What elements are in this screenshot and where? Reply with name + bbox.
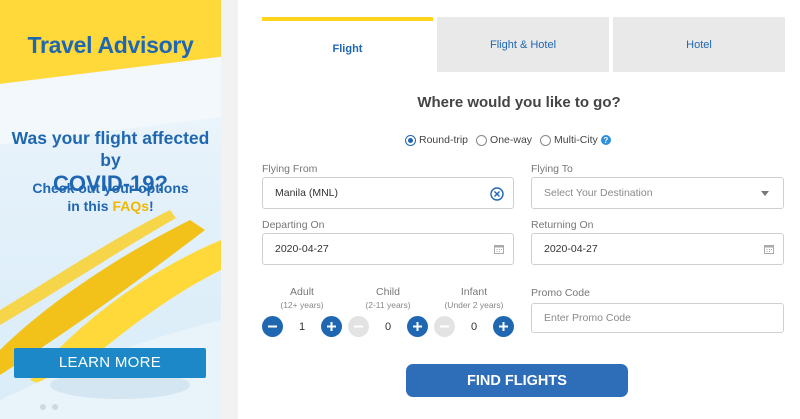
banner-title: Travel Advisory (27, 32, 194, 58)
departing-label: Departing On (262, 219, 325, 231)
banner-sub-line1: Check out your options (32, 180, 189, 196)
round-trip-option[interactable]: Round-trip (405, 134, 468, 146)
help-icon[interactable]: ? (600, 135, 611, 145)
child-count: 0 (384, 320, 392, 333)
minus-icon[interactable] (348, 316, 369, 337)
flying-to-label: Flying To (531, 163, 573, 175)
banner-faq-link[interactable]: FAQs (112, 198, 149, 214)
flying-from-field[interactable]: Manila (MNL) (262, 177, 514, 209)
returning-date-field[interactable]: 2020-04-27 (531, 233, 784, 265)
adult-label: Adult (290, 286, 314, 298)
carousel-dots[interactable] (40, 404, 58, 410)
promo-code-placeholder: Enter Promo Code (544, 312, 631, 324)
adult-stepper: 1 (262, 316, 342, 337)
banner-subtext: Check out your options in this FAQs! (0, 179, 221, 215)
adult-count: 1 (298, 320, 306, 333)
booking-tabs: Flight Flight & Hotel Hotel (262, 17, 785, 72)
airplane-tail-illustration (0, 210, 221, 419)
departing-value: 2020-04-27 (275, 243, 329, 255)
flying-to-select[interactable]: Select Your Destination (531, 177, 784, 209)
calendar-icon[interactable] (764, 244, 774, 254)
banner-sub-prefix: in this (67, 198, 113, 214)
child-counter: Child (2-11 years) 0 (348, 286, 428, 337)
returning-label: Returning On (531, 219, 594, 231)
infant-age-range: (Under 2 years) (444, 300, 504, 310)
round-trip-radio[interactable] (405, 134, 416, 146)
banner-headline-line1: Was your flight affected by (11, 128, 210, 170)
learn-more-button[interactable]: LEARN MORE (14, 348, 206, 378)
banner-sub-suffix: ! (149, 198, 154, 214)
infant-count: 0 (470, 320, 478, 333)
multi-city-option[interactable]: Multi-City ? (540, 134, 611, 146)
dropdown-caret-icon (761, 191, 769, 196)
returning-value: 2020-04-27 (544, 243, 598, 255)
plus-icon[interactable] (321, 316, 342, 337)
promo-code-input[interactable]: Enter Promo Code (531, 303, 784, 333)
child-age-range: (2-11 years) (365, 300, 411, 310)
plus-icon[interactable] (407, 316, 428, 337)
flying-to-placeholder: Select Your Destination (544, 187, 653, 199)
minus-icon[interactable] (262, 316, 283, 337)
adult-age-range: (12+ years) (280, 300, 324, 310)
page-title: Where would you like to go? (417, 94, 621, 111)
clear-icon[interactable] (490, 187, 504, 201)
booking-widget: Flight Flight & Hotel Hotel Where would … (238, 0, 800, 419)
infant-counter: Infant (Under 2 years) 0 (434, 286, 514, 337)
find-flights-button[interactable]: FIND FLIGHTS (406, 364, 628, 397)
one-way-radio[interactable] (476, 134, 488, 146)
infant-stepper: 0 (434, 316, 514, 337)
adult-counter: Adult (12+ years) 1 (262, 286, 342, 337)
plus-icon[interactable] (493, 316, 514, 337)
child-label: Child (376, 286, 400, 298)
child-stepper: 0 (348, 316, 428, 337)
tab-flight[interactable]: Flight (262, 17, 433, 72)
one-way-option[interactable]: One-way (476, 134, 532, 146)
flying-from-value: Manila (MNL) (275, 187, 339, 199)
one-way-label: One-way (490, 134, 533, 146)
departing-date-field[interactable]: 2020-04-27 (262, 233, 514, 265)
calendar-icon[interactable] (494, 244, 504, 254)
tab-hotel[interactable]: Hotel (613, 17, 785, 72)
minus-icon[interactable] (434, 316, 455, 337)
promo-code-label: Promo Code (531, 287, 590, 299)
multi-city-label: Multi-City (554, 134, 598, 146)
travel-advisory-banner[interactable]: Travel Advisory Was your flight affected… (0, 0, 221, 419)
infant-label: Infant (460, 286, 488, 298)
trip-type-group: Round-trip One-way Multi-City ? (405, 134, 611, 146)
round-trip-label: Round-trip (419, 134, 469, 146)
flying-from-label: Flying From (262, 163, 318, 175)
tab-flight-hotel[interactable]: Flight & Hotel (437, 17, 609, 72)
multi-city-radio[interactable] (540, 134, 552, 146)
